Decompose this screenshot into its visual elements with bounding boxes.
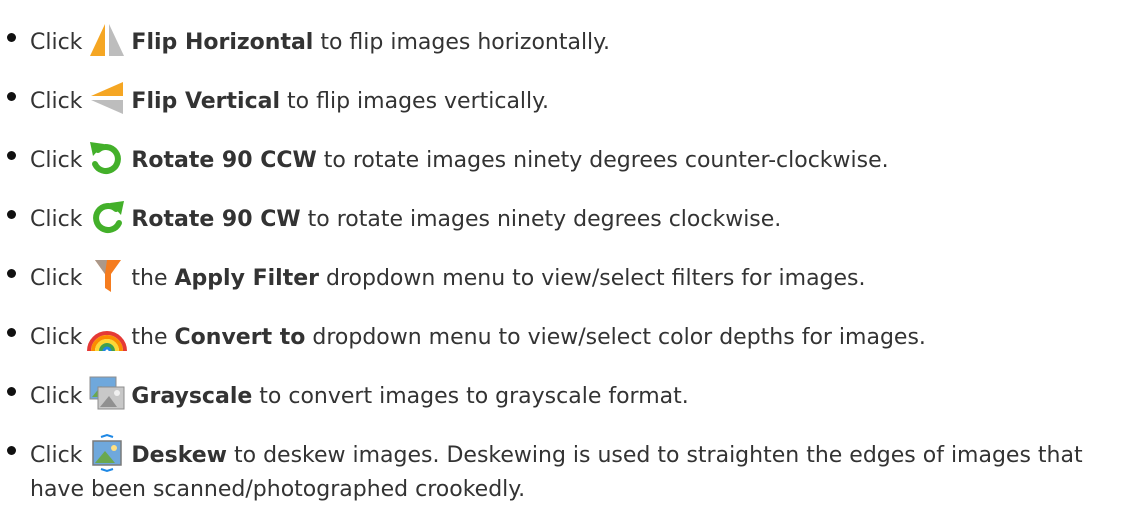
instruction-list: Click Flip Horizontal to flip images hor… [0,0,1126,506]
deskew-icon [87,433,127,473]
rotate-ccw-icon [87,138,127,178]
click-text: Click [30,148,83,173]
click-text: Click [30,325,83,350]
click-text: Click [30,266,83,291]
click-text: Click [30,384,83,409]
description-text: to flip images horizontally. [320,30,611,55]
command-label: Rotate 90 CCW [131,148,317,173]
filter-icon [87,256,127,296]
rainbow-icon [87,315,128,355]
list-item-apply-filter: Click the Apply Filter dropdown menu to … [0,256,1126,296]
description-text: to convert images to grayscale format. [259,384,689,409]
click-text: Click [30,30,83,55]
flip-vertical-icon [87,79,127,119]
description-text: dropdown menu to view/select color depth… [312,325,926,350]
click-text: Click [30,207,83,232]
command-label: Apply Filter [174,266,319,291]
command-label: Flip Horizontal [131,30,314,55]
description-text: to rotate images ninety degrees counter-… [323,148,889,173]
the-text: the [131,325,168,350]
command-label: Rotate 90 CW [131,207,301,232]
list-item-flip-horizontal: Click Flip Horizontal to flip images hor… [0,20,1126,60]
command-label: Convert to [174,325,306,350]
rotate-cw-icon [87,197,127,237]
the-text: the [131,266,168,291]
description-text: to flip images vertically. [287,89,550,114]
click-text: Click [30,443,83,468]
list-item-grayscale: Click Grayscale to convert images to gra… [0,374,1126,414]
description-text: dropdown menu to view/select filters for… [326,266,866,291]
command-label: Flip Vertical [131,89,281,114]
grayscale-icon [87,374,127,414]
list-item-rotate-ccw: Click Rotate 90 CCW to rotate images nin… [0,138,1126,178]
list-item-rotate-cw: Click Rotate 90 CW to rotate images nine… [0,197,1126,237]
list-item-deskew: Click Deskew to deskew images. Deskewing… [0,433,1120,506]
click-text: Click [30,89,83,114]
list-item-convert-to: Click the Convert to dropdown menu to vi… [0,315,1126,355]
command-label: Grayscale [131,384,253,409]
description-text: to rotate images ninety degrees clockwis… [307,207,782,232]
flip-horizontal-icon [87,20,127,60]
list-item-flip-vertical: Click Flip Vertical to flip images verti… [0,79,1126,119]
command-label: Deskew [131,443,227,468]
